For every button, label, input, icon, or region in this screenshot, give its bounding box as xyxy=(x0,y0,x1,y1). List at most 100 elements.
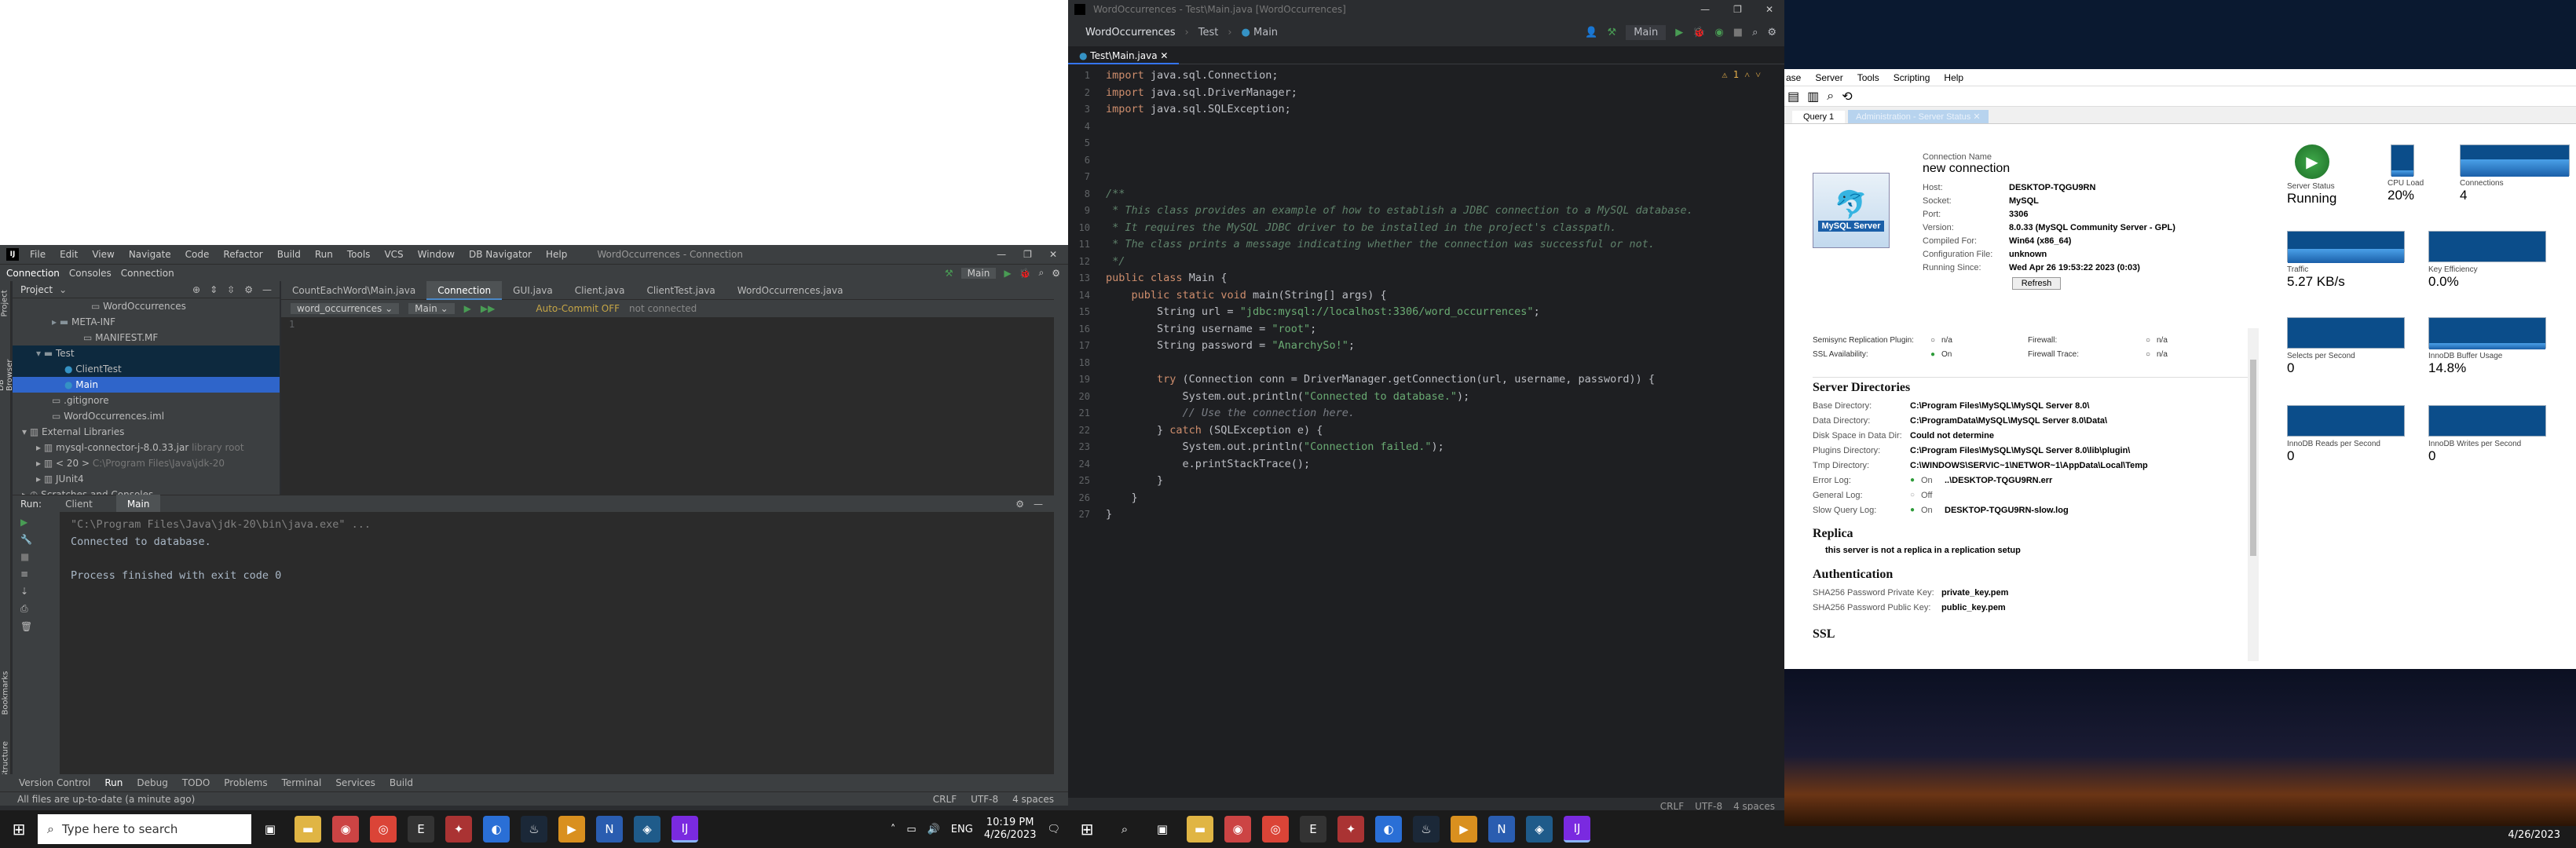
structure-tool-label[interactable]: Structure xyxy=(2,736,10,778)
windows-start-icon[interactable]: ⊞ xyxy=(1074,816,1100,843)
run-config-select[interactable]: Main xyxy=(961,267,997,279)
tree-item[interactable]: ▭ MANIFEST.MF xyxy=(13,330,280,345)
menu-build[interactable]: Build xyxy=(274,249,304,260)
gear-icon[interactable]: ⚙ xyxy=(1052,268,1060,279)
menu-window[interactable]: Window xyxy=(415,249,458,260)
taskbar-search[interactable]: ⌕ Type here to search xyxy=(38,814,251,844)
user-icon[interactable]: 👤 xyxy=(1585,27,1597,38)
notification-icon[interactable]: 🗨 xyxy=(1047,824,1060,835)
scrollbar-thumb[interactable] xyxy=(2250,360,2256,556)
hammer-icon[interactable]: ⚒ xyxy=(945,268,953,279)
app-icon-blue[interactable]: ◐ xyxy=(1375,816,1402,843)
gear-icon[interactable]: ⚙ xyxy=(1015,499,1024,510)
tree-item[interactable]: ▸ ▥ JUnit4 xyxy=(13,471,280,487)
bookmarks-tool-label[interactable]: Bookmarks xyxy=(2,671,10,715)
task-view-icon[interactable]: ▣ xyxy=(257,816,284,843)
tab-server-status[interactable]: Administration - Server Status ✕ xyxy=(1848,110,1989,123)
chrome-icon[interactable]: ◎ xyxy=(1262,816,1289,843)
tree-item[interactable]: ▭ WordOccurrences.iml xyxy=(13,408,280,424)
file-encoding[interactable]: UTF-8 xyxy=(971,794,998,805)
search-icon[interactable]: ⌕ xyxy=(1752,27,1758,38)
menu-tools[interactable]: Tools xyxy=(1857,72,1879,83)
search-icon[interactable]: ⌕ xyxy=(1039,267,1045,279)
line-separator[interactable]: CRLF xyxy=(933,794,957,805)
refresh-button[interactable]: Refresh xyxy=(2012,277,2061,290)
app-icon-red[interactable]: ✦ xyxy=(1337,816,1364,843)
menu-help[interactable]: Help xyxy=(1944,72,1963,83)
breadcrumb-class[interactable]: ● Main xyxy=(1242,27,1279,38)
speaker-icon[interactable]: 🔊 xyxy=(928,824,940,835)
epic-games-icon[interactable]: E xyxy=(1300,816,1326,843)
editor-tab-active[interactable]: Connection xyxy=(426,280,503,300)
notion-icon[interactable]: N xyxy=(596,816,623,843)
soft-wrap-icon[interactable]: ≡ xyxy=(20,568,52,579)
app-icon-orange[interactable]: ◉ xyxy=(1224,816,1251,843)
maximize-icon[interactable]: ❐ xyxy=(1733,4,1742,15)
trash-icon[interactable]: 🗑 xyxy=(20,621,52,632)
debug-icon[interactable]: 🐞 xyxy=(1692,27,1705,38)
editor-tab-active[interactable]: ● Test\Main.java ✕ xyxy=(1068,46,1180,64)
gear-icon[interactable]: ⚙ xyxy=(1767,27,1776,38)
tool-todo[interactable]: TODO xyxy=(182,777,210,788)
chrome-icon[interactable]: ◎ xyxy=(370,816,397,843)
run-output-console[interactable]: "C:\Program Files\Java\jdk-20\bin\java.e… xyxy=(60,512,1054,774)
auto-commit-toggle[interactable]: Auto-Commit OFF xyxy=(536,303,620,314)
menu-vcs[interactable]: VCS xyxy=(381,249,406,260)
indent-setting[interactable]: 4 spaces xyxy=(1012,794,1054,805)
chevron-up-icon[interactable]: ˄ xyxy=(891,824,896,835)
menu-db-navigator[interactable]: DB Navigator xyxy=(466,249,535,260)
code-editor[interactable]: ⚠ 1 ˄ ˅ 1 import java.sql.Connection; 2 imp… xyxy=(1068,66,1784,796)
project-panel-title[interactable]: Project xyxy=(20,284,53,295)
collapse-all-icon[interactable]: ⇳ xyxy=(227,284,235,295)
tool-problems[interactable]: Problems xyxy=(224,777,267,788)
app-icon-yellow[interactable]: ▶ xyxy=(1451,816,1477,843)
minimize-icon[interactable]: — xyxy=(997,249,1006,260)
steam-icon[interactable]: ♨ xyxy=(521,816,547,843)
editor-tab[interactable]: ClientTest.java xyxy=(635,281,726,300)
execute-icon[interactable]: ▶ xyxy=(464,303,471,314)
tree-item[interactable]: ▾ ▥ External Libraries xyxy=(13,424,280,440)
menu-refactor[interactable]: Refactor xyxy=(220,249,265,260)
breadcrumb-project[interactable]: WordOccurrences xyxy=(1085,27,1176,38)
stop-icon[interactable]: ■ xyxy=(20,551,52,562)
menu-view[interactable]: View xyxy=(89,249,117,260)
open-sql-icon[interactable]: ▤ xyxy=(1787,89,1799,104)
editor-tab[interactable]: WordOccurrences.java xyxy=(726,281,854,300)
app-icon-red[interactable]: ✦ xyxy=(445,816,472,843)
debug-icon[interactable]: 🐞 xyxy=(1019,268,1031,279)
run-icon[interactable]: ▶ xyxy=(1004,268,1011,279)
run-config-select[interactable]: Main xyxy=(1626,25,1667,40)
editor-tab[interactable]: GUI.java xyxy=(502,281,564,300)
execute-all-icon[interactable]: ▶▶ xyxy=(481,303,495,314)
breadcrumb-item[interactable]: Consoles xyxy=(69,268,112,279)
editor-tab[interactable]: Client.java xyxy=(564,281,636,300)
close-icon[interactable]: ✕ xyxy=(1049,249,1057,260)
run-icon[interactable]: ▶ xyxy=(1675,27,1683,38)
menu-scripting[interactable]: Scripting xyxy=(1894,72,1930,83)
minimize-icon[interactable]: — xyxy=(1700,4,1710,15)
clock-time[interactable]: 10:19 PM xyxy=(986,817,1034,829)
steam-icon[interactable]: ♨ xyxy=(1413,816,1440,843)
app-icon-yellow[interactable]: ▶ xyxy=(558,816,585,843)
vertical-scrollbar[interactable] xyxy=(2248,328,2259,661)
wrench-icon[interactable]: 🔧 xyxy=(20,534,52,545)
tree-item[interactable]: ▭ .gitignore xyxy=(13,393,280,408)
scroll-end-icon[interactable]: ⇣ xyxy=(20,586,52,597)
menu-navigate[interactable]: Navigate xyxy=(126,249,174,260)
reconnect-icon[interactable]: ⟲ xyxy=(1842,89,1852,104)
app-icon-workbench[interactable]: ◈ xyxy=(1526,816,1553,843)
tool-run[interactable]: Run xyxy=(104,777,123,788)
rerun-icon[interactable]: ▶ xyxy=(20,517,52,528)
schema-select[interactable]: word_occurrences ⌄ xyxy=(291,303,400,314)
file-explorer-icon[interactable]: ▬ xyxy=(1187,816,1213,843)
run-tab-active[interactable]: Main xyxy=(115,494,161,514)
warning-indicator[interactable]: ⚠ 1 ˄ ˅ xyxy=(1722,69,1761,81)
tool-build[interactable]: Build xyxy=(390,777,413,788)
app-icon-blue[interactable]: ◐ xyxy=(483,816,510,843)
menu-code[interactable]: Code xyxy=(182,249,213,260)
tree-item[interactable]: ● ClientTest xyxy=(13,361,280,377)
stop-icon[interactable]: ■ xyxy=(1733,27,1743,38)
app-icon-orange[interactable]: ◉ xyxy=(332,816,359,843)
tree-item[interactable]: ▸ ▥ < 20 > C:\Program Files\Java\jdk-20 xyxy=(13,455,280,471)
breadcrumb-item[interactable]: Connection xyxy=(121,268,174,279)
